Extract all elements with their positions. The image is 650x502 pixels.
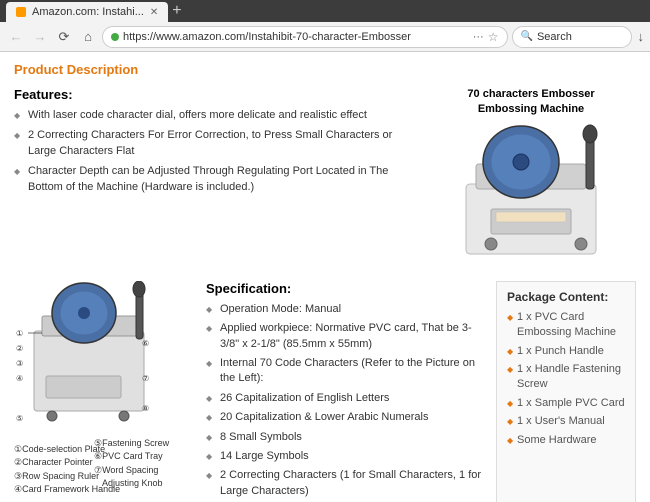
package-list: 1 x PVC Card Embossing Machine 1 x Punch… xyxy=(507,310,625,448)
diagram-label-7: ⑦Word Spacing xyxy=(94,464,194,478)
package-item-2: 1 x Punch Handle xyxy=(507,344,625,359)
product-image-section: 70 characters EmbosserEmbossing Machine xyxy=(426,87,636,267)
svg-text:⑦: ⑦ xyxy=(142,374,149,383)
search-icon: 🔍 xyxy=(521,31,533,42)
tab-bar: Amazon.com: Instahi... ✕ + xyxy=(0,0,650,22)
bookmark-icon[interactable]: ☆ xyxy=(488,30,499,44)
main-section: Features: With laser code character dial… xyxy=(14,87,636,267)
new-tab-button[interactable]: + xyxy=(172,2,181,20)
feature-item-3: Character Depth can be Adjusted Through … xyxy=(14,164,416,195)
package-item-4: 1 x Sample PVC Card xyxy=(507,396,625,411)
reload-button[interactable]: ⟳ xyxy=(54,27,74,47)
page-content: Product Description Features: With laser… xyxy=(0,52,650,502)
feature-item-2: 2 Correcting Characters For Error Correc… xyxy=(14,128,416,159)
diagram-label-7b: Adjusting Knob xyxy=(102,477,194,491)
address-options[interactable]: ··· xyxy=(473,31,484,43)
package-item-6: Some Hardware xyxy=(507,433,625,448)
spec-item-7: 14 Large Symbols xyxy=(206,449,484,464)
tab-favicon xyxy=(16,7,26,17)
package-heading: Package Content: xyxy=(507,290,625,304)
specs-section: Specification: Operation Mode: Manual Ap… xyxy=(206,281,484,502)
lower-section: ① ② ③ ④ ⑤ ⑥ ⑦ ⑧ ①Code-selection Plate ②C… xyxy=(14,281,636,502)
product-description-heading: Product Description xyxy=(14,62,636,77)
download-icon[interactable]: ↓ xyxy=(638,29,645,44)
tab-close-button[interactable]: ✕ xyxy=(150,7,158,18)
spec-item-2: Applied workpiece: Normative PVC card, T… xyxy=(206,321,484,352)
home-button[interactable]: ⌂ xyxy=(78,27,98,47)
diagram-label-5: ⑤Fastening Screw xyxy=(94,437,194,451)
product-image-title: 70 characters EmbosserEmbossing Machine xyxy=(426,87,636,118)
svg-text:⑥: ⑥ xyxy=(142,339,149,348)
url-text: https://www.amazon.com/Instahibit-70-cha… xyxy=(123,31,411,43)
diagram-labels: ①Code-selection Plate ②Character Pointer… xyxy=(14,443,194,491)
features-list: With laser code character dial, offers m… xyxy=(14,108,416,195)
product-image xyxy=(436,124,626,264)
diagram-label-6: ⑥PVC Card Tray xyxy=(94,450,194,464)
package-item-5: 1 x User's Manual xyxy=(507,414,625,429)
package-item-1: 1 x PVC Card Embossing Machine xyxy=(507,310,625,341)
features-section: Features: With laser code character dial… xyxy=(14,87,416,267)
spec-item-4: 26 Capitalization of English Letters xyxy=(206,391,484,406)
active-tab[interactable]: Amazon.com: Instahi... ✕ xyxy=(6,2,168,22)
svg-text:③: ③ xyxy=(16,359,23,368)
spec-item-1: Operation Mode: Manual xyxy=(206,302,484,317)
tab-label: Amazon.com: Instahi... xyxy=(32,6,144,18)
search-text: Search xyxy=(537,31,572,43)
secure-icon xyxy=(111,33,119,41)
spec-item-8: 2 Correcting Characters (1 for Small Cha… xyxy=(206,468,484,499)
specs-heading: Specification: xyxy=(206,281,484,296)
svg-text:⑧: ⑧ xyxy=(142,404,149,413)
search-bar[interactable]: 🔍 Search xyxy=(512,26,632,48)
package-content-box: Package Content: 1 x PVC Card Embossing … xyxy=(496,281,636,502)
spec-item-6: 8 Small Symbols xyxy=(206,430,484,445)
svg-text:④: ④ xyxy=(16,374,23,383)
svg-text:①: ① xyxy=(16,329,23,338)
specs-list: Operation Mode: Manual Applied workpiece… xyxy=(206,302,484,502)
package-item-3: 1 x Handle Fastening Screw xyxy=(507,362,625,393)
back-button[interactable]: ← xyxy=(6,27,26,47)
address-bar[interactable]: https://www.amazon.com/Instahibit-70-cha… xyxy=(102,26,508,48)
features-heading: Features: xyxy=(14,87,416,102)
forward-button[interactable]: → xyxy=(30,27,50,47)
spec-item-5: 20 Capitalization & Lower Arabic Numeral… xyxy=(206,410,484,425)
svg-text:②: ② xyxy=(16,344,23,353)
diagram-image: ① ② ③ ④ ⑤ ⑥ ⑦ ⑧ xyxy=(14,281,184,436)
feature-item-1: With laser code character dial, offers m… xyxy=(14,108,416,123)
svg-text:⑤: ⑤ xyxy=(16,414,23,423)
spec-item-3: Internal 70 Code Characters (Refer to th… xyxy=(206,356,484,387)
left-diagram-section: ① ② ③ ④ ⑤ ⑥ ⑦ ⑧ ①Code-selection Plate ②C… xyxy=(14,281,194,502)
nav-bar: ← → ⟳ ⌂ https://www.amazon.com/Instahibi… xyxy=(0,22,650,52)
